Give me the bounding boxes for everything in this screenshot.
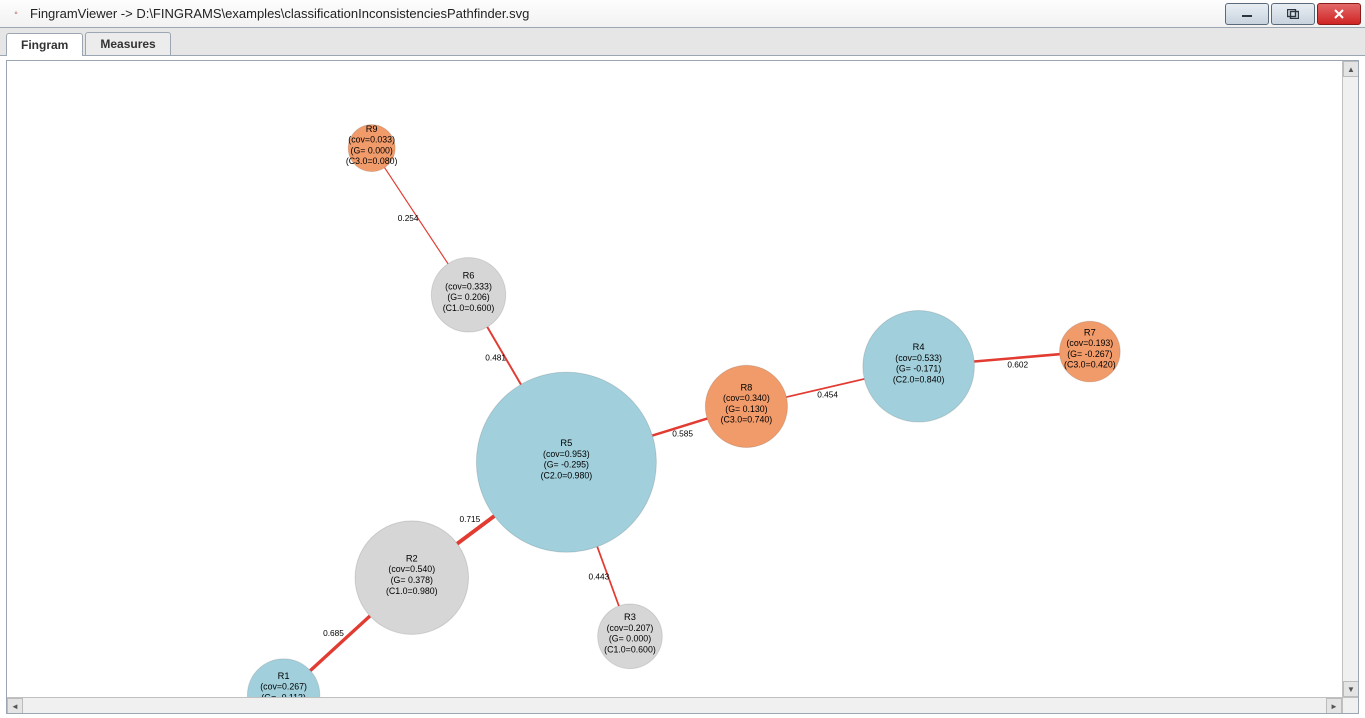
maximize-button[interactable] — [1271, 3, 1315, 25]
tabstrip: Fingram Measures — [0, 28, 1365, 56]
edge-R2-R1 — [310, 616, 370, 671]
diagram-canvas[interactable]: 0.254 0.481 0.715 0.685 0.443 0.585 0.454 0.602… — [6, 60, 1359, 714]
edge-label: 0.685 — [323, 628, 344, 638]
graph-svg[interactable]: 0.254 0.481 0.715 0.685 0.443 0.585 0.454 0.602… — [7, 61, 1342, 697]
node-R2[interactable]: R2(cov=0.540)(G= 0.378)(C1.0=0.980) — [355, 521, 469, 635]
node-R8[interactable]: R8(cov=0.340)(G= 0.130)(C3.0=0.740) — [705, 365, 787, 447]
node-R5[interactable]: R5(cov=0.953)(G= -0.295)(C2.0=0.980) — [476, 372, 656, 552]
node-label: R9(cov=0.033)(G= 0.000)(C3.0=0.080) — [346, 124, 398, 166]
horizontal-scrollbar[interactable]: ◄ ► — [7, 697, 1342, 714]
scroll-right-icon[interactable]: ► — [1326, 698, 1342, 714]
window-title: FingramViewer -> D:\FINGRAMS\examples\cl… — [30, 6, 1223, 21]
app-icon: ◦ — [8, 6, 24, 22]
node-R7[interactable]: R7(cov=0.193)(G= -0.267)(C3.0=0.420) — [1060, 321, 1121, 382]
node-R3[interactable]: R3(cov=0.207)(G= 0.000)(C1.0=0.600) — [598, 604, 663, 669]
scroll-up-icon[interactable]: ▲ — [1343, 61, 1359, 77]
window-titlebar: ◦ FingramViewer -> D:\FINGRAMS\examples\… — [0, 0, 1365, 28]
scroll-left-icon[interactable]: ◄ — [7, 698, 23, 714]
scrollbar-corner — [1342, 697, 1359, 714]
edge-label: 0.443 — [589, 572, 610, 582]
edge-label: 0.454 — [817, 390, 838, 400]
minimize-button[interactable] — [1225, 3, 1269, 25]
scroll-down-icon[interactable]: ▼ — [1343, 681, 1359, 697]
window-controls — [1223, 3, 1361, 25]
edge-label: 0.481 — [485, 353, 506, 363]
edge-label: 0.602 — [1007, 360, 1028, 370]
tab-measures[interactable]: Measures — [85, 32, 170, 55]
edge-label: 0.254 — [398, 213, 419, 223]
node-R4[interactable]: R4(cov=0.533)(G= -0.171)(C2.0=0.840) — [863, 311, 975, 423]
node-R6[interactable]: R6(cov=0.333)(G= 0.206)(C1.0=0.600) — [431, 258, 505, 332]
close-button[interactable] — [1317, 3, 1361, 25]
vertical-scrollbar[interactable]: ▲ ▼ — [1342, 61, 1359, 697]
node-R9[interactable]: R9(cov=0.033)(G= 0.000)(C3.0=0.080) — [346, 124, 398, 172]
tab-fingram[interactable]: Fingram — [6, 33, 83, 56]
node-R1[interactable]: R1(cov=0.267)(G= -0.112)(C2.0=0.500) — [247, 659, 319, 697]
edge-label: 0.715 — [460, 514, 481, 524]
edge-label: 0.585 — [672, 428, 693, 438]
